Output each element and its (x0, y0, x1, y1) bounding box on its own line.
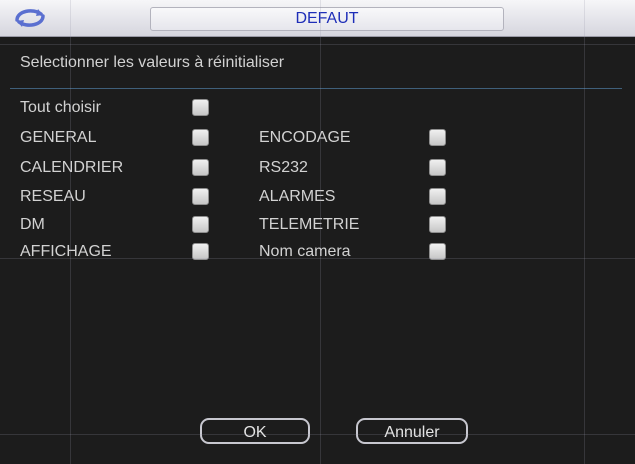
option-label-calendrier: CALENDRIER (20, 159, 124, 176)
ok-button[interactable]: OK (200, 418, 310, 444)
checkbox-encodage[interactable] (429, 129, 446, 146)
checkbox-reseau[interactable] (192, 188, 209, 205)
checkbox-nom-camera[interactable] (429, 243, 446, 260)
select-all-checkbox[interactable] (192, 99, 209, 116)
option-label-nom-camera: Nom camera (259, 243, 351, 260)
option-label-general: GENERAL (20, 129, 97, 146)
option-label-encodage: ENCODAGE (259, 129, 351, 146)
option-label-dm: DM (20, 216, 45, 233)
divider (10, 88, 622, 89)
dialog-subtitle: Selectionner les valeurs à réinitialiser (20, 54, 285, 71)
grid-line (0, 44, 635, 45)
checkbox-dm[interactable] (192, 216, 209, 233)
checkbox-general[interactable] (192, 129, 209, 146)
title-bar: DEFAUT (0, 0, 635, 37)
select-all-label: Tout choisir (20, 99, 101, 116)
checkbox-alarmes[interactable] (429, 188, 446, 205)
option-label-alarmes: ALARMES (259, 188, 336, 205)
option-label-affichage: AFFICHAGE (20, 243, 112, 260)
grid-line (584, 0, 585, 464)
checkbox-rs232[interactable] (429, 159, 446, 176)
option-label-reseau: RESEAU (20, 188, 86, 205)
checkbox-affichage[interactable] (192, 243, 209, 260)
grid-line (0, 434, 635, 435)
cancel-button[interactable]: Annuler (356, 418, 468, 444)
option-label-telemetrie: TELEMETRIE (259, 216, 360, 233)
refresh-swirl-icon (15, 9, 45, 27)
dialog-title: DEFAUT (295, 10, 359, 27)
default-settings-dialog: DEFAUT Selectionner les valeurs à réinit… (0, 0, 635, 464)
checkbox-telemetrie[interactable] (429, 216, 446, 233)
checkbox-calendrier[interactable] (192, 159, 209, 176)
option-label-rs232: RS232 (259, 159, 308, 176)
